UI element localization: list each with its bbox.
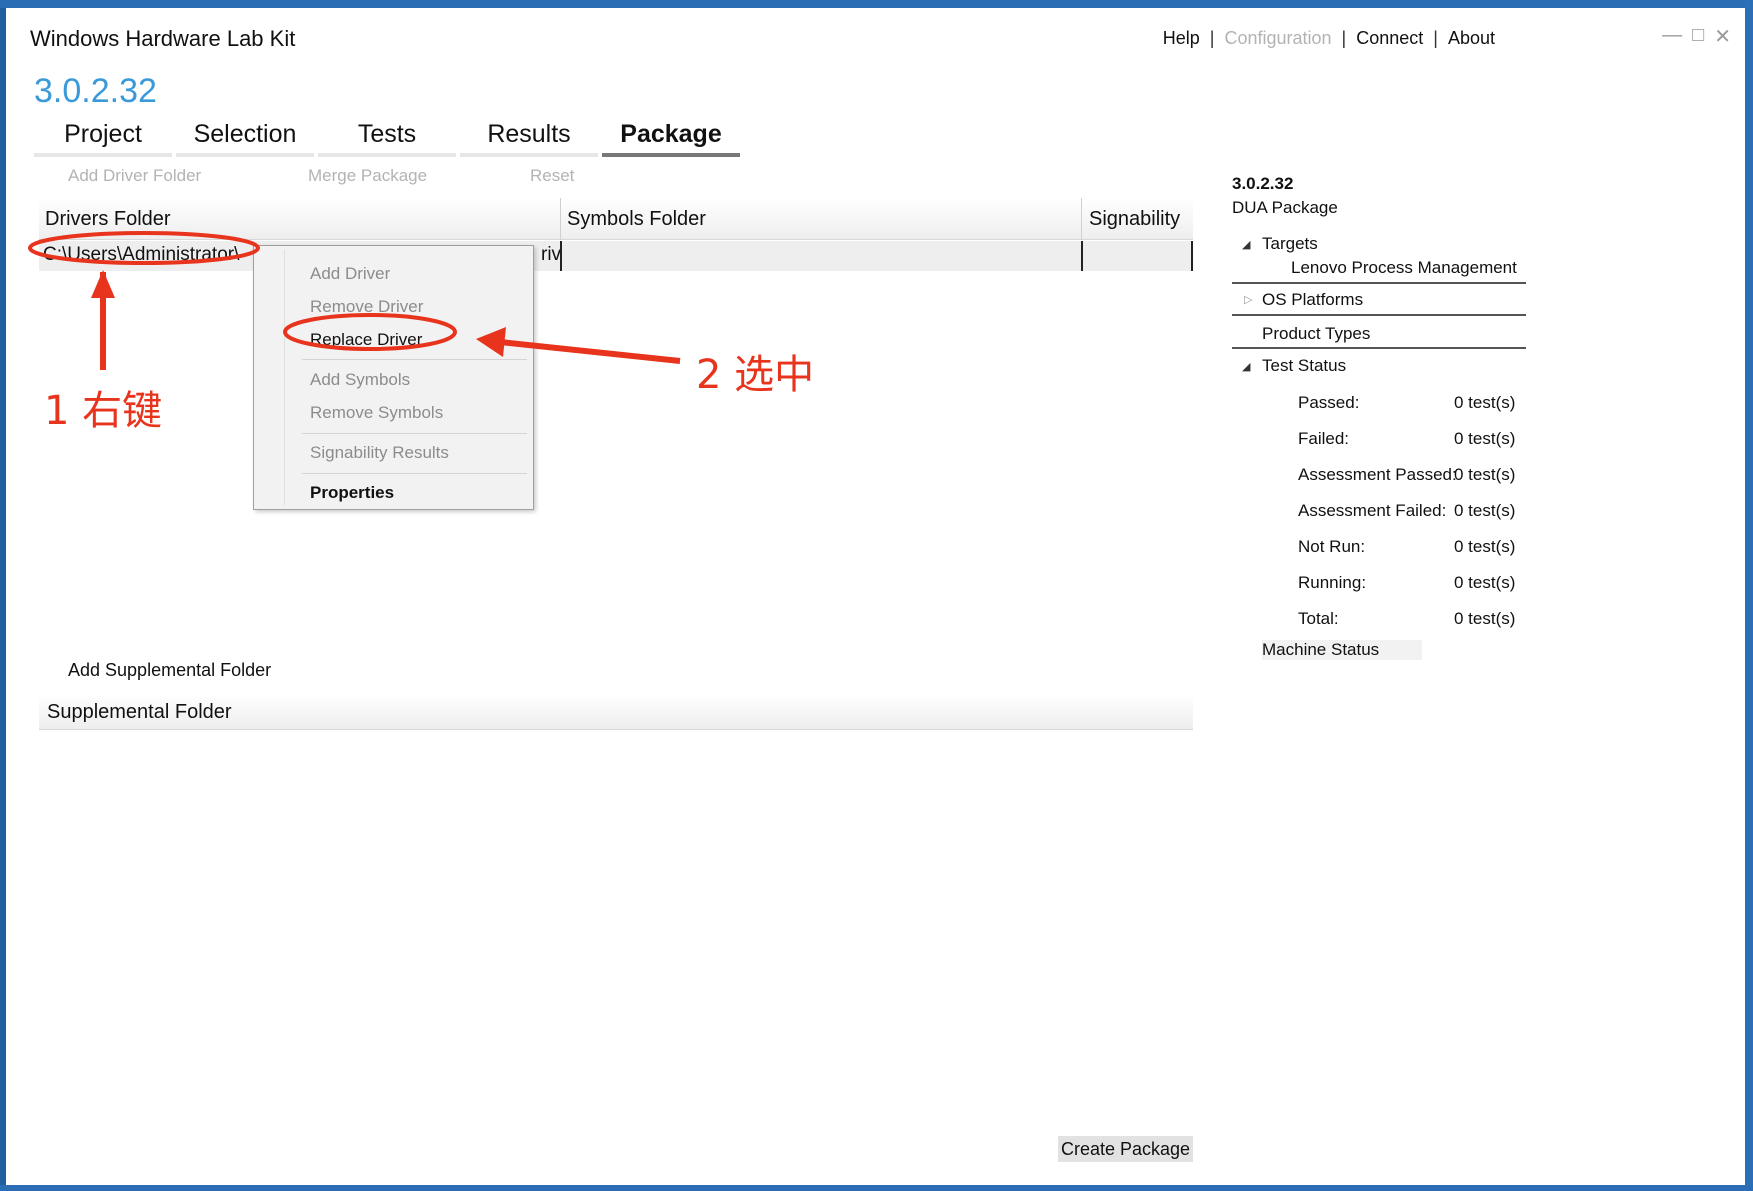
column-symbols-folder[interactable]: Symbols Folder (567, 208, 706, 231)
collapsed-triangle-icon[interactable]: ▷ (1244, 293, 1252, 306)
about-link[interactable]: About (1448, 28, 1495, 49)
menu-item-add-symbols: Add Symbols (310, 370, 411, 389)
column-divider (560, 198, 561, 240)
panel-divider (1232, 314, 1526, 316)
window-title: Windows Hardware Lab Kit (30, 26, 296, 51)
merge-package-button[interactable]: Merge Package (308, 166, 530, 186)
add-supplemental-folder-button[interactable]: Add Supplemental Folder (68, 660, 271, 681)
status-value-assessment-passed: 0 test(s) (1454, 465, 1516, 484)
status-value-running: 0 test(s) (1454, 573, 1516, 592)
status-value-not-run: 0 test(s) (1454, 537, 1516, 556)
status-label-passed: Passed: (1298, 393, 1360, 412)
product-types-node[interactable]: Product Types (1262, 324, 1370, 344)
menu-item-signability-results: Signability Results (310, 443, 449, 462)
cell-divider (1191, 241, 1193, 271)
driver-path-cell: C:\Users\Administrator\ (43, 244, 240, 265)
create-package-button[interactable]: Create Package (1058, 1136, 1193, 1162)
link-separator: | (1433, 28, 1438, 48)
app-version: 3.0.2.32 (34, 72, 157, 110)
tab-results[interactable]: Results (460, 120, 598, 157)
menu-separator (302, 359, 527, 360)
configuration-link: Configuration (1224, 28, 1332, 48)
add-driver-folder-button[interactable]: Add Driver Folder (68, 166, 308, 186)
link-separator: | (1341, 28, 1347, 48)
status-value-passed: 0 test(s) (1454, 393, 1516, 412)
annotation-step2-label: 2 选中 (696, 352, 815, 398)
expanded-triangle-icon[interactable]: ◢ (1242, 360, 1250, 373)
main-tabs: Project Selection Tests Results Package (34, 120, 740, 157)
menu-item-remove-driver: Remove Driver (310, 297, 424, 316)
window-controls: — □ ✕ (1662, 24, 1731, 49)
drivers-grid-header: Drivers Folder Symbols Folder Signabilit… (39, 198, 1193, 240)
menu-separator (302, 433, 527, 434)
annotation-step1-label: 1 右键 (44, 388, 163, 434)
status-label-not-run: Not Run: (1298, 537, 1366, 556)
supplemental-grid-header: Supplemental Folder (39, 694, 1193, 730)
package-toolbar: Add Driver Folder Merge Package Reset (68, 166, 574, 186)
menu-item-properties[interactable]: Properties (310, 483, 394, 503)
minimize-icon[interactable]: — (1662, 24, 1682, 49)
driver-row[interactable]: C:\Users\Administrator\ riv (39, 241, 1193, 271)
column-signability[interactable]: Signability (1089, 208, 1180, 231)
context-menu: Add Driver Remove Driver Replace Driver … (253, 245, 534, 510)
targets-node[interactable]: Targets (1262, 234, 1318, 254)
cell-divider (560, 241, 562, 271)
top-links: Help | Configuration | Connect | About (1163, 28, 1495, 49)
desktop-edge-right (1745, 0, 1753, 1191)
cell-divider (1081, 241, 1083, 271)
panel-divider (1232, 347, 1526, 349)
menu-item-replace-driver[interactable]: Replace Driver (310, 330, 422, 350)
close-icon[interactable]: ✕ (1714, 24, 1731, 49)
menu-item-add-driver: Add Driver (310, 264, 391, 283)
test-status-node[interactable]: Test Status (1262, 356, 1346, 376)
tab-project[interactable]: Project (34, 120, 172, 157)
menu-gutter (284, 250, 285, 505)
help-link[interactable]: Help (1163, 28, 1200, 49)
desktop-edge-top (0, 0, 1753, 8)
desktop-edge-bottom (0, 1185, 1753, 1191)
maximize-icon[interactable]: □ (1692, 24, 1704, 49)
column-divider (1081, 198, 1082, 240)
status-value-failed: 0 test(s) (1454, 429, 1516, 448)
menu-separator (302, 473, 527, 474)
os-platforms-node[interactable]: OS Platforms (1262, 290, 1363, 310)
link-separator: | (1209, 28, 1215, 48)
reset-button[interactable]: Reset (530, 166, 574, 186)
column-supplemental-folder[interactable]: Supplemental Folder (47, 701, 232, 724)
status-label-total: Total: (1298, 609, 1339, 628)
tab-selection[interactable]: Selection (176, 120, 314, 157)
status-value-assessment-failed: 0 test(s) (1454, 501, 1516, 520)
machine-status-node[interactable]: Machine Status (1262, 640, 1422, 660)
status-label-running: Running: (1298, 573, 1367, 592)
tab-package[interactable]: Package (602, 120, 740, 157)
hlk-window: Windows Hardware Lab Kit Help | Configur… (6, 8, 1745, 1185)
tab-tests[interactable]: Tests (318, 120, 456, 157)
status-label-assessment-failed: Assessment Failed: (1298, 501, 1447, 520)
column-drivers-folder[interactable]: Drivers Folder (45, 208, 171, 231)
status-value-total: 0 test(s) (1454, 609, 1516, 628)
panel-package-name: DUA Package (1232, 198, 1338, 217)
panel-divider (1232, 282, 1526, 284)
menu-item-remove-symbols: Remove Symbols (310, 403, 444, 422)
target-value: Lenovo Process Management (1291, 258, 1517, 277)
connect-link[interactable]: Connect (1356, 28, 1423, 49)
status-label-failed: Failed: (1298, 429, 1350, 448)
driver-path-tail: riv (541, 244, 562, 265)
panel-version: 3.0.2.32 (1232, 174, 1294, 193)
status-label-assessment-passed: Assessment Passed: (1298, 465, 1457, 484)
expanded-triangle-icon[interactable]: ◢ (1242, 238, 1250, 251)
